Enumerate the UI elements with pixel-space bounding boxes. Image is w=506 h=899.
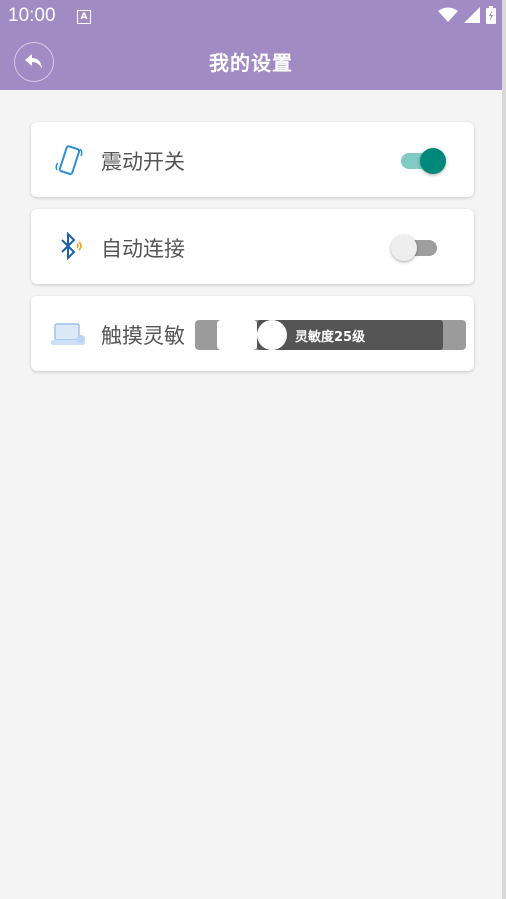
phone-vibrate-icon — [51, 142, 87, 178]
setting-card-vibration: 震动开关 — [31, 122, 474, 197]
setting-label: 自动连接 — [101, 237, 185, 261]
screen-edge — [502, 0, 506, 899]
setting-card-auto-connect: 自动连接 — [31, 209, 474, 284]
seekbar-gap — [217, 320, 257, 350]
page-title: 我的设置 — [209, 51, 293, 75]
switch-thumb — [391, 235, 417, 261]
bluetooth-icon — [51, 229, 87, 265]
status-bar: 10:00 A — [0, 0, 502, 32]
status-time: 10:00 — [8, 5, 56, 26]
battery-icon — [486, 6, 496, 24]
system-icons — [438, 6, 496, 24]
app-bar: 我的设置 — [0, 32, 502, 90]
switch-thumb — [420, 148, 446, 174]
signal-icon — [464, 7, 480, 23]
sensitivity-value: 灵敏度25级 — [295, 330, 366, 345]
vibration-switch[interactable] — [401, 148, 451, 174]
wifi-icon — [438, 7, 458, 22]
auto-connect-switch[interactable] — [389, 235, 439, 261]
touchpad-icon — [51, 316, 87, 352]
sensitivity-seekbar[interactable]: 灵敏度25级 — [195, 320, 466, 350]
seekbar-thumb[interactable] — [257, 320, 287, 350]
setting-card-touch-sensitivity: 触摸灵敏 灵敏度25级 — [31, 296, 474, 371]
setting-label: 震动开关 — [101, 150, 185, 174]
notification-icon: A — [77, 10, 91, 24]
setting-label: 触摸灵敏 — [101, 324, 185, 348]
